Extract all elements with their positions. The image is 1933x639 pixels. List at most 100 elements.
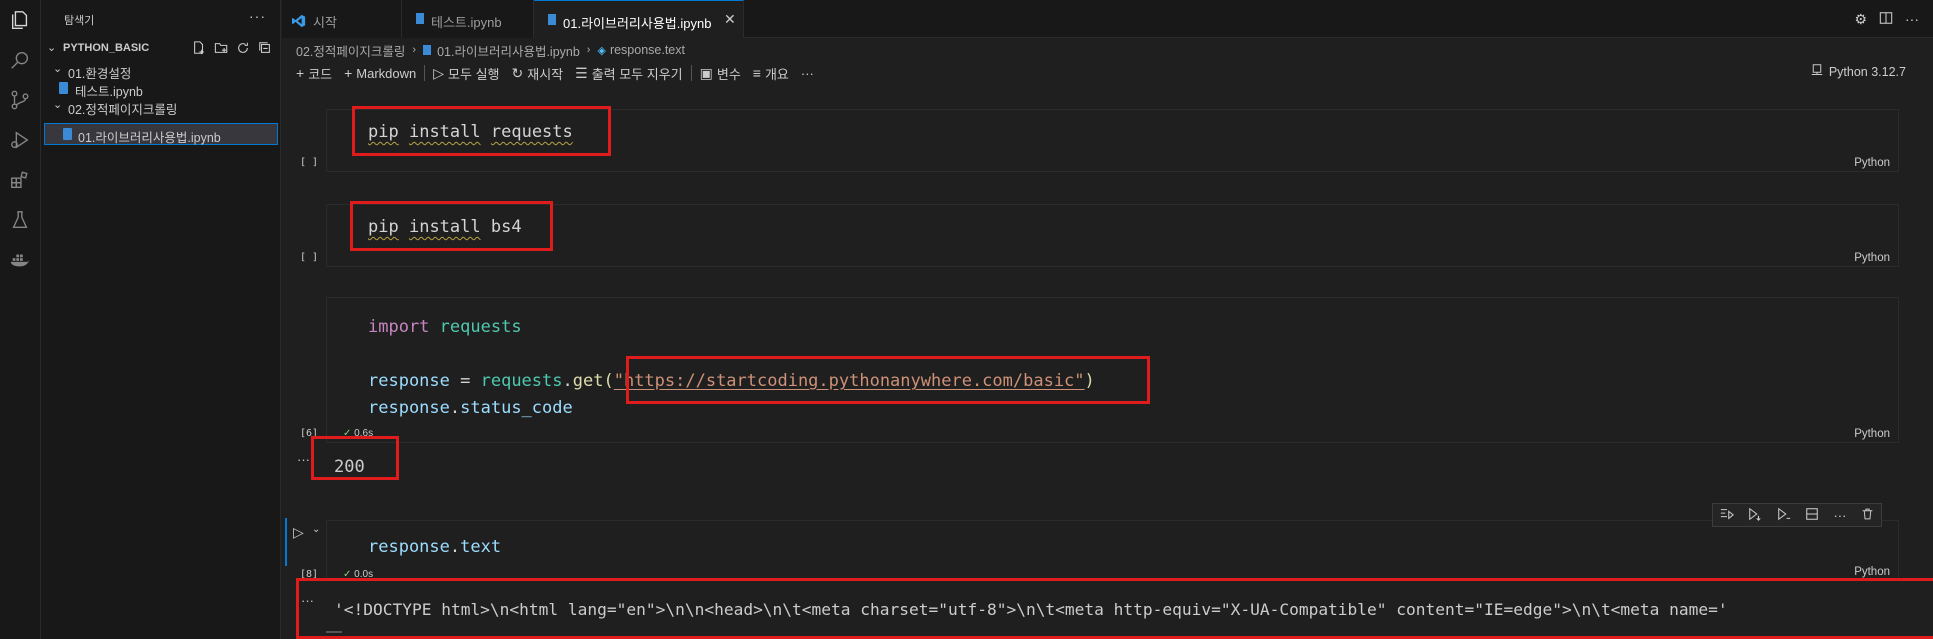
code-token: .: [562, 371, 573, 391]
execution-count: [ ]: [300, 252, 319, 263]
split-cell-icon[interactable]: [1805, 507, 1819, 524]
add-markdown-button[interactable]: + Markdown: [338, 65, 422, 81]
button-label: 재시작: [527, 66, 564, 82]
source-control-icon[interactable]: [8, 88, 32, 112]
tree-folder-label: 02.정적페이지크롤링: [68, 103, 178, 117]
symbol-icon: ◈: [597, 44, 606, 57]
code-cell[interactable]: pip install bs4 Python: [326, 204, 1899, 267]
kernel-icon: [1811, 64, 1823, 79]
execution-count: [ ]: [300, 157, 319, 168]
cell-status: ✓ 0.0s: [343, 569, 373, 580]
run-above-icon[interactable]: [1720, 507, 1735, 524]
workspace-root[interactable]: ⌄ PYTHON_BASIC: [41, 39, 281, 59]
outline-icon: ≡: [752, 65, 761, 81]
button-label: 개요: [764, 66, 789, 82]
code-cell[interactable]: pip install requests Python: [326, 109, 1899, 172]
code-token: requests: [490, 122, 573, 142]
activity-bar: [0, 0, 41, 639]
code-token: ): [1084, 371, 1095, 391]
explorer-icon[interactable]: [8, 8, 32, 32]
variables-button[interactable]: ▣ 변수: [694, 64, 747, 83]
code-token: install: [408, 217, 481, 237]
code-token: text: [460, 537, 502, 557]
output-more-icon[interactable]: ···: [301, 593, 314, 608]
testing-icon[interactable]: [8, 208, 32, 232]
close-icon[interactable]: ✕: [724, 11, 736, 28]
run-cell-icon[interactable]: ▷: [293, 524, 304, 541]
add-code-button[interactable]: + 코드: [290, 64, 338, 83]
tab-test[interactable]: 테스트.ipynb: [402, 0, 534, 38]
cell-language[interactable]: Python: [1854, 157, 1890, 169]
workspace-name: PYTHON_BASIC: [63, 42, 150, 54]
tree-folder-crawl[interactable]: ⌄ 02.정적페이지크롤링: [41, 95, 281, 117]
run-below-icon[interactable]: [1748, 507, 1762, 524]
check-icon: ✓: [343, 428, 352, 439]
chevron-right-icon: ›: [586, 44, 591, 56]
collapse-all-icon[interactable]: [257, 40, 273, 56]
notebook-file-icon: [416, 13, 424, 24]
button-label: 코드: [308, 66, 333, 82]
restart-button[interactable]: ↻ 재시작: [506, 64, 570, 83]
more-actions-icon[interactable]: ···: [1905, 11, 1919, 28]
cell-language[interactable]: Python: [1854, 428, 1890, 440]
tab-library[interactable]: 01.라이브러리사용법.ipynb ✕: [534, 0, 744, 38]
cell-code[interactable]: pip install requests: [368, 122, 573, 142]
cell-language[interactable]: Python: [1854, 566, 1890, 578]
tab-label: 01.라이브러리사용법.ipynb: [563, 16, 712, 31]
breadcrumb-file[interactable]: 01.라이브러리사용법.ipynb: [437, 41, 580, 60]
delete-icon[interactable]: [1861, 507, 1874, 524]
chevron-down-icon[interactable]: ⌄: [312, 524, 320, 535]
split-editor-icon[interactable]: [1879, 11, 1893, 28]
breadcrumb-symbol[interactable]: response.text: [610, 43, 685, 57]
code-token: response: [368, 537, 450, 557]
docker-icon[interactable]: [8, 248, 32, 272]
search-icon[interactable]: [8, 48, 32, 72]
restart-icon: ↻: [511, 64, 524, 81]
toolbar-divider: [424, 65, 426, 81]
new-file-icon[interactable]: [191, 40, 207, 56]
vscode-icon: [292, 14, 306, 31]
cell-language[interactable]: Python: [1854, 252, 1890, 264]
tab-start[interactable]: 시작: [282, 0, 402, 38]
cell-code[interactable]: pip install bs4: [368, 217, 522, 237]
new-folder-icon[interactable]: [213, 40, 229, 56]
chevron-down-icon: ⌄: [47, 42, 57, 54]
variables-icon: ▣: [699, 64, 713, 81]
code-token: pip: [368, 122, 399, 142]
button-label: 변수: [716, 66, 741, 82]
run-all-button[interactable]: ▷ 모두 실행: [427, 64, 505, 83]
kernel-picker[interactable]: Python 3.12.7: [1811, 64, 1906, 79]
notebook-file-icon: [548, 14, 556, 25]
run-debug-icon[interactable]: [8, 128, 32, 152]
more-actions-icon[interactable]: ···: [249, 8, 266, 24]
outline-button[interactable]: ≡ 개요: [747, 64, 795, 83]
cell-code[interactable]: response.text: [368, 537, 501, 557]
clear-all-icon: ☰: [575, 64, 588, 81]
tree-file-library[interactable]: 01.라이브러리사용법.ipynb: [44, 123, 278, 145]
run-all-icon: ▷: [433, 64, 445, 81]
output-more-icon[interactable]: ···: [297, 452, 310, 467]
execution-count: [6]: [300, 428, 319, 439]
code-cell[interactable]: import requests response = requests.get(…: [326, 297, 1899, 443]
cell-status: ✓ 0.6s: [343, 428, 373, 439]
button-label: 모두 실행: [448, 66, 500, 82]
code-token: =: [449, 371, 481, 391]
breadcrumb-folder[interactable]: 02.정적페이지크롤링: [296, 41, 405, 60]
execution-time: 0.0s: [354, 569, 374, 580]
code-cell[interactable]: response.text Python: [326, 520, 1899, 580]
cell-code[interactable]: import requests response = requests.get(…: [368, 314, 1095, 422]
more-actions-button[interactable]: ···: [795, 66, 820, 81]
scrollbar-thumb[interactable]: [326, 631, 342, 633]
notebook-file-icon: [59, 82, 68, 94]
code-token: (: [603, 371, 614, 391]
clear-outputs-button[interactable]: ☰ 출력 모두 지우기: [569, 64, 689, 83]
code-token: status_code: [460, 398, 573, 418]
extensions-icon[interactable]: [8, 168, 32, 192]
more-actions-icon[interactable]: ···: [1833, 508, 1846, 523]
cell-toolbar: ···: [1712, 503, 1882, 527]
code-token: .: [449, 537, 461, 557]
code-token: response: [368, 371, 450, 391]
refresh-icon[interactable]: [235, 40, 251, 56]
run-next-icon[interactable]: [1777, 507, 1791, 524]
gear-icon[interactable]: ⚙: [1854, 11, 1867, 28]
